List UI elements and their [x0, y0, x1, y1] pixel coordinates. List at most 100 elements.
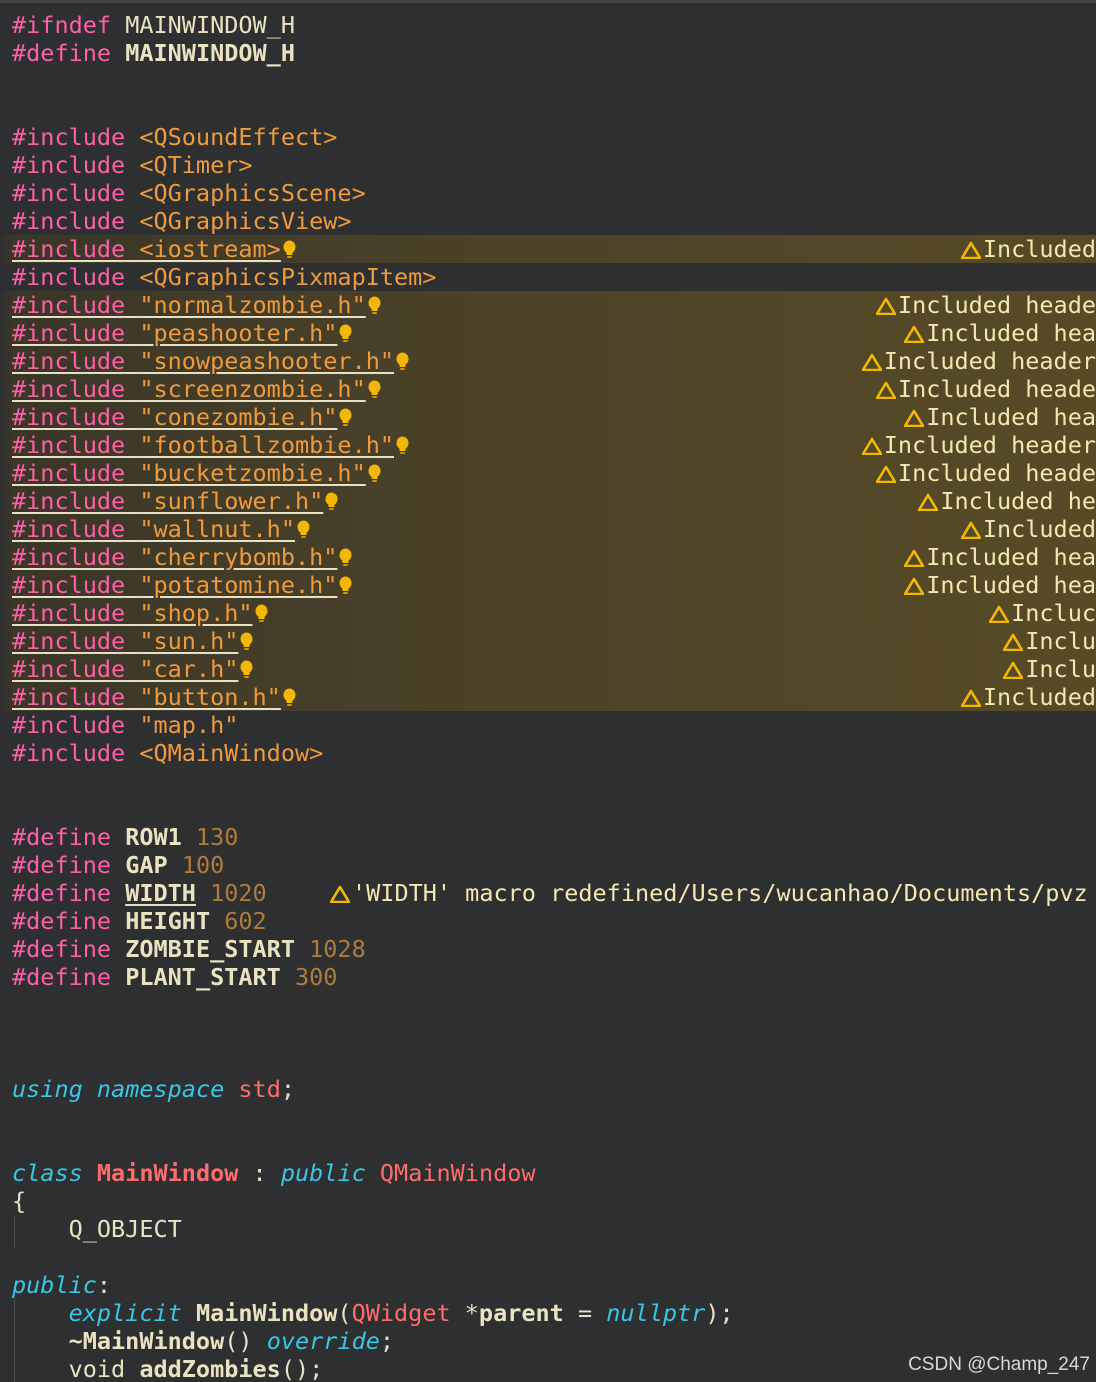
unused-include[interactable]: #include "wallnut.h" — [12, 515, 295, 543]
unused-include[interactable]: #include "snowpeashooter.h" — [12, 347, 394, 375]
preprocessor-directive: #include — [12, 711, 126, 739]
include-path: <QGraphicsView> — [139, 207, 352, 235]
code-editor[interactable]: #ifndef MAINWINDOW_H #define MAINWINDOW_H… — [0, 0, 1096, 1382]
preprocessor-directive: #define — [12, 39, 112, 67]
code-line[interactable]: #include <QTimer> — [0, 151, 1096, 179]
code-line[interactable]: #include "button.h" Included — [0, 683, 1096, 711]
code-line[interactable]: ~MainWindow() override; — [0, 1327, 1096, 1355]
code-line[interactable]: #include "bucketzombie.h" Included heade — [0, 459, 1096, 487]
lightbulb-icon[interactable] — [339, 546, 352, 566]
code-line[interactable]: #define GAP 100 — [0, 851, 1096, 879]
warning-diagnostic[interactable]: Included — [960, 235, 1096, 263]
unused-include[interactable]: #include "conezombie.h" — [12, 403, 337, 431]
code-line[interactable]: #include "potatomine.h" Included hea — [0, 571, 1096, 599]
code-line[interactable]: using namespace std; — [0, 1075, 1096, 1103]
include-path: <QGraphicsScene> — [139, 179, 366, 207]
code-line[interactable]: #include "normalzombie.h" Included heade — [0, 291, 1096, 319]
code-line[interactable]: #include <QMainWindow> — [0, 739, 1096, 767]
lightbulb-icon[interactable] — [240, 658, 253, 678]
warning-diagnostic[interactable]: Inclu — [1002, 627, 1096, 655]
code-line[interactable]: #include "shop.h" Incluc — [0, 599, 1096, 627]
lightbulb-icon[interactable] — [339, 574, 352, 594]
code-line[interactable]: #include <QGraphicsPixmapItem> — [0, 263, 1096, 291]
code-line[interactable]: #include <QSoundEffect> — [0, 123, 1096, 151]
code-line[interactable]: #include <QGraphicsScene> — [0, 179, 1096, 207]
code-line[interactable]: #include "wallnut.h" Included — [0, 515, 1096, 543]
warning-diagnostic[interactable]: Included he — [918, 487, 1096, 515]
code-line[interactable]: #ifndef MAINWINDOW_H — [0, 11, 1096, 39]
unused-include[interactable]: #include "shop.h" — [12, 599, 253, 627]
lightbulb-icon[interactable] — [368, 462, 381, 482]
code-line[interactable]: #include "sunflower.h" Included he — [0, 487, 1096, 515]
code-line[interactable]: { — [0, 1187, 1096, 1215]
warning-text: Included header — [883, 431, 1096, 459]
code-line[interactable]: #include "car.h" Inclu — [0, 655, 1096, 683]
warning-diagnostic[interactable]: Included — [960, 683, 1096, 711]
lightbulb-icon[interactable] — [396, 434, 409, 454]
code-line[interactable]: #include "cherrybomb.h" Included hea — [0, 543, 1096, 571]
unused-include[interactable]: #include "screenzombie.h" — [12, 375, 366, 403]
warning-diagnostic[interactable]: Included heade — [875, 375, 1096, 403]
lightbulb-icon[interactable] — [240, 630, 253, 650]
unused-include[interactable]: #include "button.h" — [12, 683, 281, 711]
warning-diagnostic[interactable]: Included — [960, 515, 1096, 543]
code-line[interactable]: #include "snowpeashooter.h" Included head… — [0, 347, 1096, 375]
code-line[interactable]: #include "peashooter.h" Included hea — [0, 319, 1096, 347]
warning-diagnostic[interactable]: Included heade — [875, 459, 1096, 487]
unused-include[interactable]: #include "peashooter.h" — [12, 319, 337, 347]
warning-text: Included heade — [897, 291, 1096, 319]
code-line[interactable]: #include "footballzombie.h" Included head… — [0, 431, 1096, 459]
warning-diagnostic[interactable]: Included header — [861, 431, 1096, 459]
lightbulb-icon[interactable] — [283, 238, 296, 258]
code-line[interactable]: #include <iostream> Included — [0, 235, 1096, 263]
unused-include[interactable]: #include "normalzombie.h" — [12, 291, 366, 319]
lightbulb-icon[interactable] — [255, 602, 268, 622]
lightbulb-icon[interactable] — [339, 322, 352, 342]
warning-diagnostic[interactable]: Included hea — [903, 403, 1096, 431]
code-line[interactable]: public: — [0, 1271, 1096, 1299]
unused-include[interactable]: #include "car.h" — [12, 655, 238, 683]
unused-include[interactable]: #include "sunflower.h" — [12, 487, 323, 515]
code-line[interactable]: #include <QGraphicsView> — [0, 207, 1096, 235]
code-line[interactable]: #define MAINWINDOW_H — [0, 39, 1096, 67]
unused-include[interactable]: #include "potatomine.h" — [12, 571, 337, 599]
include-path: "wallnut.h" — [139, 515, 295, 543]
code-line[interactable]: class MainWindow : public QMainWindow — [0, 1159, 1096, 1187]
code-line[interactable]: #define PLANT_START 300 — [0, 963, 1096, 991]
code-line[interactable]: explicit MainWindow(QWidget *parent = nu… — [0, 1299, 1096, 1327]
code-line[interactable]: #include "screenzombie.h" Included heade — [0, 375, 1096, 403]
warning-diagnostic[interactable]: Included heade — [875, 291, 1096, 319]
code-line[interactable]: #define WIDTH 1020 'WIDTH' macro redefine… — [0, 879, 1096, 907]
code-line[interactable]: #define ROW1 130 — [0, 823, 1096, 851]
lightbulb-icon[interactable] — [368, 378, 381, 398]
macro-name: MAINWINDOW_H — [125, 11, 295, 39]
lightbulb-icon[interactable] — [283, 686, 296, 706]
code-line[interactable]: #include "sun.h" Inclu — [0, 627, 1096, 655]
lightbulb-icon[interactable] — [368, 294, 381, 314]
unused-include[interactable]: #include <iostream> — [12, 235, 281, 263]
warning-diagnostic[interactable]: 'WIDTH' macro redefined/Users/wucanhao/D… — [329, 879, 1088, 907]
lightbulb-icon[interactable] — [396, 350, 409, 370]
lightbulb-icon[interactable] — [339, 406, 352, 426]
unused-include[interactable]: #include "footballzombie.h" — [12, 431, 394, 459]
code-line[interactable]: #define ZOMBIE_START 1028 — [0, 935, 1096, 963]
lightbulb-icon[interactable] — [297, 518, 310, 538]
include-path: "cherrybomb.h" — [139, 543, 338, 571]
code-line[interactable]: #define HEIGHT 602 — [0, 907, 1096, 935]
warning-diagnostic[interactable]: Included hea — [903, 571, 1096, 599]
unused-include[interactable]: #include "cherrybomb.h" — [12, 543, 337, 571]
warning-diagnostic[interactable]: Incluc — [988, 599, 1096, 627]
preprocessor-directive: #include — [12, 291, 126, 319]
code-line[interactable]: #include "map.h" — [0, 711, 1096, 739]
warning-diagnostic[interactable]: Inclu — [1002, 655, 1096, 683]
unused-include[interactable]: #include "bucketzombie.h" — [12, 459, 366, 487]
warning-diagnostic[interactable]: Included hea — [903, 543, 1096, 571]
include-path: "screenzombie.h" — [139, 375, 366, 403]
code-line[interactable]: #include "conezombie.h" Included hea — [0, 403, 1096, 431]
warning-text: Inclu — [1025, 655, 1096, 683]
warning-diagnostic[interactable]: Included hea — [903, 319, 1096, 347]
warning-diagnostic[interactable]: Included header — [861, 347, 1096, 375]
unused-include[interactable]: #include "sun.h" — [12, 627, 238, 655]
lightbulb-icon[interactable] — [325, 490, 338, 510]
code-line[interactable]: Q_OBJECT — [0, 1215, 1096, 1243]
